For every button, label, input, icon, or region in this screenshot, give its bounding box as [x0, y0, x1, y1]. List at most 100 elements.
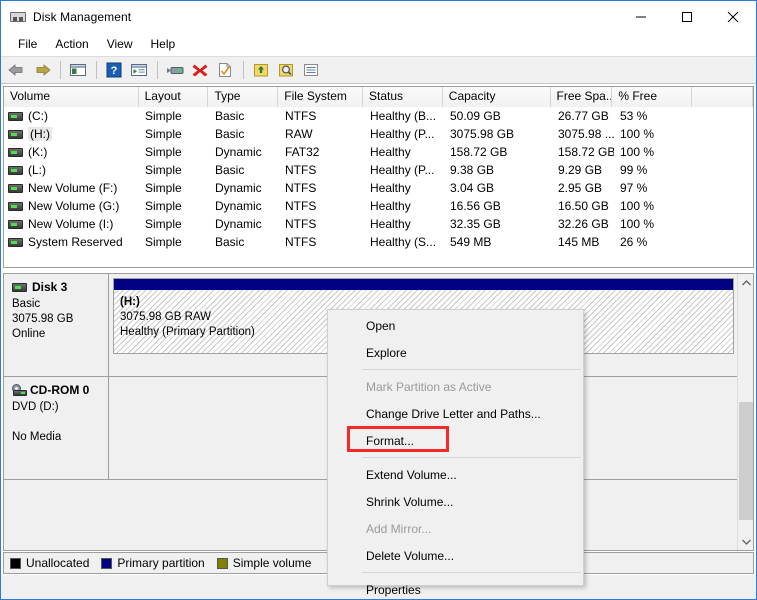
table-row[interactable]: (L:)SimpleBasicNTFSHealthy (P...9.38 GB9…: [4, 161, 753, 179]
back-icon[interactable]: [5, 58, 29, 82]
menu-item-format[interactable]: Format...: [328, 427, 583, 454]
cell-volume: (K:): [4, 145, 139, 159]
column-header-layout[interactable]: Layout: [139, 87, 209, 107]
cell-volume: New Volume (G:): [4, 199, 139, 213]
menu-item-explore[interactable]: Explore: [328, 339, 583, 366]
cell-status: Healthy: [364, 199, 444, 213]
show-hide-console-tree-icon[interactable]: [66, 58, 90, 82]
menu-item-extend-volume[interactable]: Extend Volume...: [328, 461, 583, 488]
disk-icon: [12, 283, 27, 292]
legend-label: Unallocated: [26, 556, 89, 570]
column-header-file-system[interactable]: File System: [278, 87, 363, 107]
disk-panel-scrollbar[interactable]: [737, 274, 753, 550]
cell-layout: Simple: [139, 217, 209, 231]
table-row[interactable]: (H:)SimpleBasicRAWHealthy (P...3075.98 G…: [4, 125, 753, 143]
cell-status: Healthy: [364, 145, 444, 159]
cell-layout: Simple: [139, 109, 209, 123]
column-header-free-space[interactable]: Free Spa...: [551, 87, 613, 107]
cell-free: 158.72 GB: [552, 145, 614, 159]
cell-pctfree: 100 %: [614, 217, 694, 231]
volume-list-header: Volume Layout Type File System Status Ca…: [4, 87, 753, 107]
table-row[interactable]: (C:)SimpleBasicNTFSHealthy (B...50.09 GB…: [4, 107, 753, 125]
volume-drive-icon: [8, 238, 23, 247]
properties-icon[interactable]: [213, 58, 237, 82]
table-row[interactable]: New Volume (F:)SimpleDynamicNTFSHealthy3…: [4, 179, 753, 197]
export-list-icon[interactable]: [249, 58, 273, 82]
disk-info-cdrom0[interactable]: CD-ROM 0 DVD (D:) No Media: [4, 377, 109, 480]
scroll-down-arrow-icon[interactable]: [738, 533, 754, 550]
legend-label: Primary partition: [117, 556, 204, 570]
volume-label: New Volume (I:): [28, 217, 113, 231]
cell-filesystem: NTFS: [279, 163, 364, 177]
scroll-up-arrow-icon[interactable]: [738, 274, 754, 291]
table-row[interactable]: (K:)SimpleDynamicFAT32Healthy158.72 GB15…: [4, 143, 753, 161]
cell-type: Basic: [209, 109, 279, 123]
disk-state: Online: [12, 327, 108, 342]
help-icon[interactable]: ?: [102, 58, 126, 82]
cell-pctfree: 99 %: [614, 163, 694, 177]
menu-item-delete-volume[interactable]: Delete Volume...: [328, 542, 583, 569]
disk-management-icon: [10, 9, 26, 25]
cell-pctfree: 100 %: [614, 145, 694, 159]
cell-status: Healthy (S...: [364, 235, 444, 249]
cell-status: Healthy: [364, 217, 444, 231]
column-header-status[interactable]: Status: [363, 87, 443, 107]
menu-file[interactable]: File: [9, 35, 46, 53]
volume-label: (L:): [28, 163, 46, 177]
table-row[interactable]: System ReservedSimpleBasicNTFSHealthy (S…: [4, 233, 753, 251]
toolbar-separator: [243, 61, 244, 79]
disk-type: Basic: [12, 297, 108, 312]
column-header-type[interactable]: Type: [208, 87, 278, 107]
partition-color-bar: [114, 279, 733, 290]
volume-drive-icon: [8, 184, 23, 193]
column-header-volume[interactable]: Volume: [4, 87, 139, 107]
volume-list-rows: (C:)SimpleBasicNTFSHealthy (B...50.09 GB…: [4, 107, 753, 251]
menu-item-change-drive-letter-and-paths[interactable]: Change Drive Letter and Paths...: [328, 400, 583, 427]
volume-label: New Volume (F:): [28, 181, 117, 195]
table-row[interactable]: New Volume (I:)SimpleDynamicNTFSHealthy3…: [4, 215, 753, 233]
cell-type: Dynamic: [209, 145, 279, 159]
maximize-button[interactable]: [664, 1, 710, 32]
cell-status: Healthy (B...: [364, 109, 444, 123]
cell-free: 2.95 GB: [552, 181, 614, 195]
cell-capacity: 9.38 GB: [444, 163, 552, 177]
menu-action[interactable]: Action: [46, 35, 97, 53]
cell-capacity: 158.72 GB: [444, 145, 552, 159]
menu-item-shrink-volume[interactable]: Shrink Volume...: [328, 488, 583, 515]
cell-pctfree: 100 %: [614, 127, 694, 141]
table-row[interactable]: New Volume (G:)SimpleDynamicNTFSHealthy1…: [4, 197, 753, 215]
menu-separator: [362, 572, 581, 573]
minimize-button[interactable]: [618, 1, 664, 32]
title-bar: Disk Management: [1, 1, 756, 32]
menu-view[interactable]: View: [98, 35, 142, 53]
disk-name: CD-ROM 0: [30, 383, 89, 397]
column-header-capacity[interactable]: Capacity: [443, 87, 551, 107]
window-controls: [618, 1, 756, 32]
cell-free: 3075.98 ...: [552, 127, 614, 141]
delete-icon[interactable]: [188, 58, 212, 82]
rescan-disks-icon[interactable]: [163, 58, 187, 82]
forward-icon[interactable]: [30, 58, 54, 82]
menu-item-properties[interactable]: Properties: [328, 576, 583, 600]
menu-item-add-mirror: Add Mirror...: [328, 515, 583, 542]
menu-separator: [362, 369, 581, 370]
cell-type: Dynamic: [209, 199, 279, 213]
disk-title: Disk 3: [12, 280, 108, 294]
cdrom-icon: [12, 384, 27, 396]
show-hide-action-pane-icon[interactable]: [127, 58, 151, 82]
menu-bar: File Action View Help: [1, 32, 756, 56]
close-button[interactable]: [710, 1, 756, 32]
disk-info-disk3[interactable]: Disk 3 Basic 3075.98 GB Online: [4, 274, 109, 377]
menu-item-open[interactable]: Open: [328, 312, 583, 339]
cell-type: Basic: [209, 163, 279, 177]
cell-volume: (H:): [4, 127, 139, 141]
find-icon[interactable]: [274, 58, 298, 82]
cell-volume: (L:): [4, 163, 139, 177]
menu-help[interactable]: Help: [142, 35, 185, 53]
legend-swatch: [101, 558, 112, 569]
column-header-percent-free[interactable]: % Free: [612, 87, 692, 107]
column-header-blank[interactable]: [692, 87, 753, 107]
scrollbar-thumb[interactable]: [739, 402, 753, 520]
details-icon[interactable]: [299, 58, 323, 82]
toolbar-separator: [96, 61, 97, 79]
